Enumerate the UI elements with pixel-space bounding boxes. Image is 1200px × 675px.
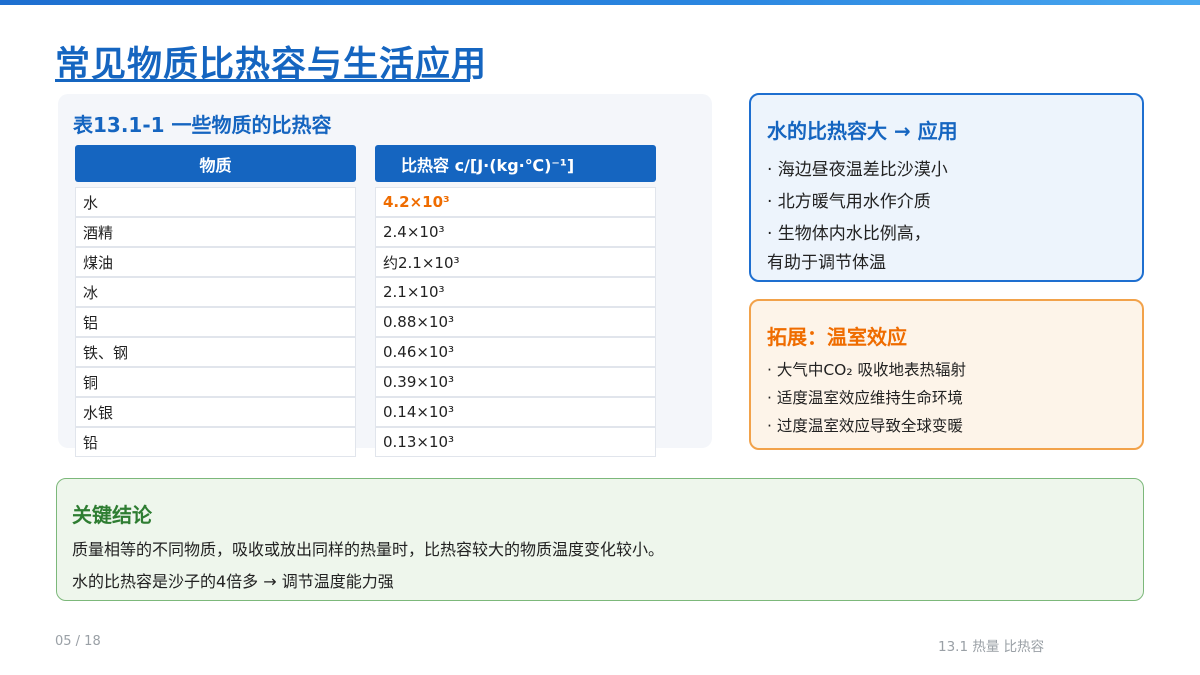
greenhouse-extension-item: · 大气中CO₂ 吸收地表热辐射 — [767, 361, 967, 379]
table-cell-specific-heat: 2.4×10³ — [375, 217, 656, 247]
greenhouse-extension-box: 拓展：温室效应 · 大气中CO₂ 吸收地表热辐射 · 适度温室效应维持生命环境 … — [749, 299, 1144, 450]
table-cell-substance: 铁、钢 — [75, 337, 356, 367]
table-cell-substance: 冰 — [75, 277, 356, 307]
table-cell-substance: 水银 — [75, 397, 356, 427]
table-cell-specific-heat: 0.13×10³ — [375, 427, 656, 457]
table-cell-specific-heat: 4.2×10³ — [375, 187, 656, 217]
water-application-item: · 生物体内水比例高， — [767, 224, 931, 244]
column-header-substance: 物质 — [75, 145, 356, 182]
table-caption: 表13.1-1 一些物质的比热容 — [73, 113, 332, 137]
top-accent-bar — [0, 0, 1200, 5]
water-application-item: 有助于调节体温 — [767, 253, 886, 273]
key-conclusion-box: 关键结论 质量相等的不同物质，吸收或放出同样的热量时，比热容较大的物质温度变化较… — [56, 478, 1144, 601]
table-cell-substance: 煤油 — [75, 247, 356, 277]
water-application-item: · 海边昼夜温差比沙漠小 — [767, 160, 948, 180]
greenhouse-extension-item: · 适度温室效应维持生命环境 — [767, 389, 963, 407]
key-conclusion-line: 质量相等的不同物质，吸收或放出同样的热量时，比热容较大的物质温度变化较小。 — [72, 540, 665, 559]
table-cell-specific-heat: 2.1×10³ — [375, 277, 656, 307]
section-label: 13.1 热量 比热容 — [938, 639, 1045, 655]
water-application-item: · 北方暖气用水作介质 — [767, 192, 931, 212]
greenhouse-extension-title: 拓展：温室效应 — [767, 325, 907, 349]
water-application-title: 水的比热容大 → 应用 — [767, 119, 958, 143]
table-cell-substance: 铜 — [75, 367, 356, 397]
table-cell-specific-heat: 0.14×10³ — [375, 397, 656, 427]
page-number: 05 / 18 — [55, 634, 101, 649]
column-header-specific-heat: 比热容 c/[J·(kg·℃)⁻¹] — [375, 145, 656, 182]
table-cell-specific-heat: 0.88×10³ — [375, 307, 656, 337]
table-cell-specific-heat: 0.46×10³ — [375, 337, 656, 367]
table-cell-specific-heat: 约2.1×10³ — [375, 247, 656, 277]
table-cell-substance: 酒精 — [75, 217, 356, 247]
water-application-box: 水的比热容大 → 应用 · 海边昼夜温差比沙漠小 · 北方暖气用水作介质 · 生… — [749, 93, 1144, 282]
table-cell-specific-heat: 0.39×10³ — [375, 367, 656, 397]
table-cell-substance: 水 — [75, 187, 356, 217]
greenhouse-extension-item: · 过度温室效应导致全球变暖 — [767, 417, 963, 435]
table-cell-substance: 铝 — [75, 307, 356, 337]
key-conclusion-line: 水的比热容是沙子的4倍多 → 调节温度能力强 — [72, 572, 394, 591]
title-underline — [55, 79, 470, 82]
table-cell-substance: 铅 — [75, 427, 356, 457]
key-conclusion-title: 关键结论 — [72, 503, 152, 527]
